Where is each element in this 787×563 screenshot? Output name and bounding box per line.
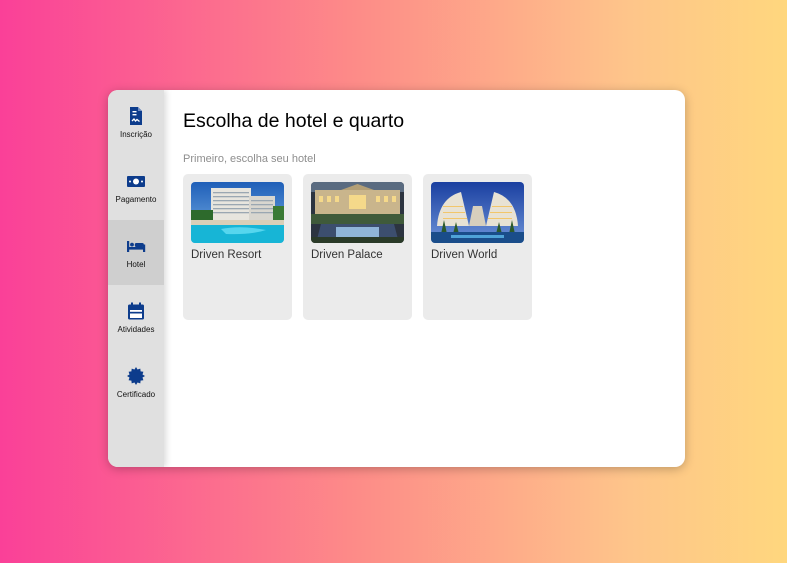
hotel-image bbox=[311, 182, 404, 243]
hotel-image bbox=[191, 182, 284, 243]
money-bill-icon bbox=[127, 176, 145, 187]
hotel-image bbox=[431, 182, 524, 243]
page-title: Escolha de hotel e quarto bbox=[183, 110, 405, 132]
sidebar-item-label: Atividades bbox=[117, 325, 155, 334]
hotel-card-palace[interactable]: Driven Palace bbox=[303, 174, 412, 320]
calendar-icon bbox=[128, 302, 144, 320]
sidebar-item-pagamento[interactable]: Pagamento bbox=[108, 155, 164, 220]
section-subtitle: Primeiro, escolha seu hotel bbox=[183, 153, 316, 165]
sidebar-item-label: Hotel bbox=[126, 260, 146, 269]
hotel-name: Driven Palace bbox=[311, 249, 383, 261]
sidebar-item-label: Inscrição bbox=[119, 130, 152, 139]
sidebar-item-inscricao[interactable]: Inscrição bbox=[108, 90, 164, 155]
hotel-list: Driven Resort Driven Palace Driven World bbox=[183, 174, 666, 320]
hotel-name: Driven Resort bbox=[191, 249, 262, 261]
hotel-card-resort[interactable]: Driven Resort bbox=[183, 174, 292, 320]
hotel-card-world[interactable]: Driven World bbox=[423, 174, 532, 320]
app-window: Inscrição Pagamento Hotel Atividades Cer… bbox=[108, 90, 685, 467]
hotel-name: Driven World bbox=[431, 249, 498, 261]
certificate-icon bbox=[127, 367, 145, 385]
sidebar-item-atividades[interactable]: Atividades bbox=[108, 285, 164, 350]
file-contract-icon bbox=[130, 107, 142, 125]
sidebar-item-label: Certificado bbox=[116, 390, 156, 399]
sidebar: Inscrição Pagamento Hotel Atividades Cer… bbox=[108, 90, 164, 467]
bed-icon bbox=[127, 241, 146, 252]
sidebar-item-label: Pagamento bbox=[115, 195, 157, 204]
sidebar-item-hotel[interactable]: Hotel bbox=[108, 220, 164, 285]
sidebar-item-certificado[interactable]: Certificado bbox=[108, 350, 164, 415]
main-content: Escolha de hotel e quarto Primeiro, esco… bbox=[164, 90, 685, 467]
